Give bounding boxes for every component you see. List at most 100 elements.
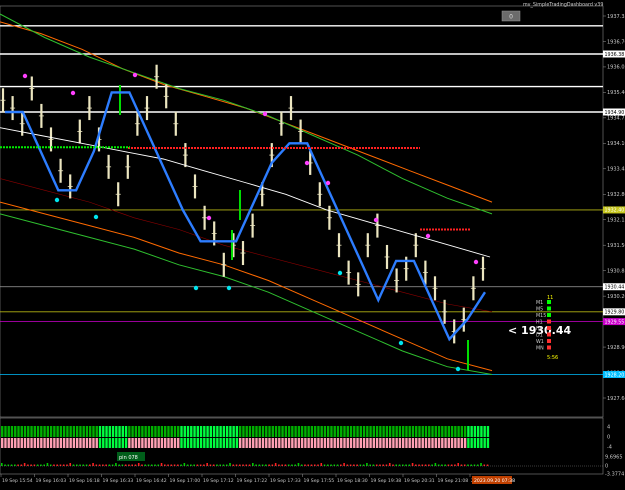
histogram-bar-top	[177, 426, 180, 437]
sell-signal-dot	[304, 160, 310, 166]
sub-axis-label: -4	[607, 445, 612, 451]
histogram-bar-top	[349, 426, 353, 437]
histogram-bar-bottom	[206, 438, 209, 448]
y-tick-label: 1934.75	[607, 116, 625, 122]
histogram-bar-bottom	[372, 438, 376, 448]
histogram-mini-bar	[186, 464, 189, 466]
y-tick-label: 1933.45	[607, 167, 625, 173]
histogram-mini-bar	[108, 464, 111, 466]
histogram-mini-bar	[343, 463, 345, 466]
histogram-bar-bottom	[278, 438, 281, 448]
histogram-mini-bar	[206, 463, 208, 466]
histogram-bar-bottom	[457, 438, 460, 448]
time-axis[interactable]: 19 Sep 15:54 19 Sep 16:03 19 Sep 16:18 19 S…	[0, 474, 502, 484]
histogram-mini-bar	[177, 464, 179, 466]
histogram-bar-top	[248, 426, 252, 437]
histogram-mini-bar	[59, 464, 62, 466]
histogram-bar-bottom	[69, 438, 72, 448]
x-tick-label: 19 Sep 17:22	[237, 478, 268, 484]
histogram-bar-bottom	[476, 438, 480, 448]
histogram-mini-bar	[421, 464, 424, 466]
histogram-bar-top	[190, 426, 193, 437]
histogram-bar-bottom	[154, 438, 157, 448]
histogram-bar-top	[353, 426, 356, 437]
histogram-bar-bottom	[232, 438, 235, 448]
histogram-bar-top	[297, 426, 301, 437]
chart-canvas[interactable]: mv_SimpleTradingDashboard v39 0 < 1930.4…	[0, 0, 625, 486]
y-tick-label: 1932.15	[607, 218, 625, 224]
histogram-bar-top	[20, 426, 23, 437]
histogram-bar-top	[424, 426, 428, 437]
sub-axis-label-2: 9.6965	[605, 455, 623, 461]
histogram-mini-bar	[53, 464, 55, 466]
y-tick-label: 1934.10	[607, 141, 625, 147]
dashboard-row-label: M5	[536, 307, 543, 313]
histogram-bar-bottom	[144, 438, 147, 448]
histogram-bar-bottom	[53, 438, 56, 448]
histogram-mini-bar	[274, 463, 277, 466]
histogram-bar-top	[388, 426, 392, 437]
histogram-bar-top	[118, 426, 121, 437]
histogram-mini-bar	[154, 464, 156, 466]
histogram-mini-bar	[369, 464, 371, 466]
histogram-mini-bar	[193, 464, 195, 466]
histogram-mini-bar	[385, 464, 388, 466]
histogram-mini-bar	[141, 464, 143, 466]
histogram-bar-top	[271, 426, 274, 437]
pin-annotation: pin 078	[119, 455, 138, 461]
histogram-bar-bottom	[265, 438, 268, 448]
histogram-mini-bar	[287, 464, 290, 466]
histogram-mini-bar	[219, 464, 222, 466]
histogram-bar-bottom	[186, 438, 190, 448]
dashboard-row-status	[547, 306, 551, 311]
histogram-mini-bar	[85, 464, 88, 466]
histogram-bar-bottom	[362, 438, 366, 448]
y-tick-label: 1932.80	[607, 192, 625, 198]
histogram-bar-bottom	[294, 438, 297, 448]
histogram-bar-top	[483, 426, 486, 437]
histogram-bar-top	[95, 426, 98, 437]
histogram-bar-bottom	[20, 438, 23, 448]
trading-chart[interactable]: mv_SimpleTradingDashboard v39 0 < 1930.4…	[0, 0, 625, 486]
histogram-bar-top	[170, 426, 173, 437]
histogram-mini-bar	[454, 464, 456, 466]
histogram-bar-bottom	[216, 438, 219, 448]
histogram-bar-bottom	[85, 438, 89, 448]
histogram-bar-top	[245, 426, 248, 437]
histogram-mini-bar	[450, 464, 453, 466]
y-tick-label: 1927.60	[607, 396, 625, 402]
histogram-bar-top	[428, 426, 431, 437]
histogram-bar-bottom	[388, 438, 392, 448]
histogram-bar-bottom	[486, 438, 490, 448]
histogram-bar-bottom	[408, 438, 411, 448]
histogram-bar-top	[252, 426, 255, 437]
histogram-bar-bottom	[304, 438, 307, 448]
histogram-mini-bar	[121, 464, 124, 466]
histogram-mini-bar	[313, 464, 316, 466]
histogram-bar-top	[327, 426, 330, 437]
histogram-bar-top	[418, 426, 421, 437]
histogram-bar-bottom	[245, 438, 248, 448]
histogram-mini-bar	[398, 464, 401, 466]
y-tick-label: 1936.70	[607, 39, 625, 45]
histogram-bar-bottom	[271, 438, 274, 448]
histogram-bar-bottom	[287, 438, 291, 448]
histogram-bar-bottom	[447, 438, 451, 448]
histogram-bar-top	[59, 426, 63, 437]
dashboard-row-label: MN	[536, 346, 544, 352]
histogram-mini-bar	[382, 464, 385, 466]
histogram-mini-bar	[124, 464, 127, 466]
histogram-bar-bottom	[134, 438, 138, 448]
histogram-mini-bar	[395, 464, 398, 466]
dashboard-count: 11	[547, 295, 553, 301]
histogram-bar-bottom	[1, 438, 4, 448]
histogram-bar-top	[294, 426, 297, 437]
histogram-bar-bottom	[167, 438, 170, 448]
histogram-mini-bar	[441, 464, 443, 466]
histogram-bar-top	[369, 426, 372, 437]
histogram-bar-bottom	[75, 438, 79, 448]
histogram-bar-bottom	[375, 438, 379, 448]
histogram-bar-top	[300, 426, 304, 437]
histogram-bar-top	[255, 426, 258, 437]
x-tick-label: 19 Sep 16:03	[36, 478, 67, 484]
